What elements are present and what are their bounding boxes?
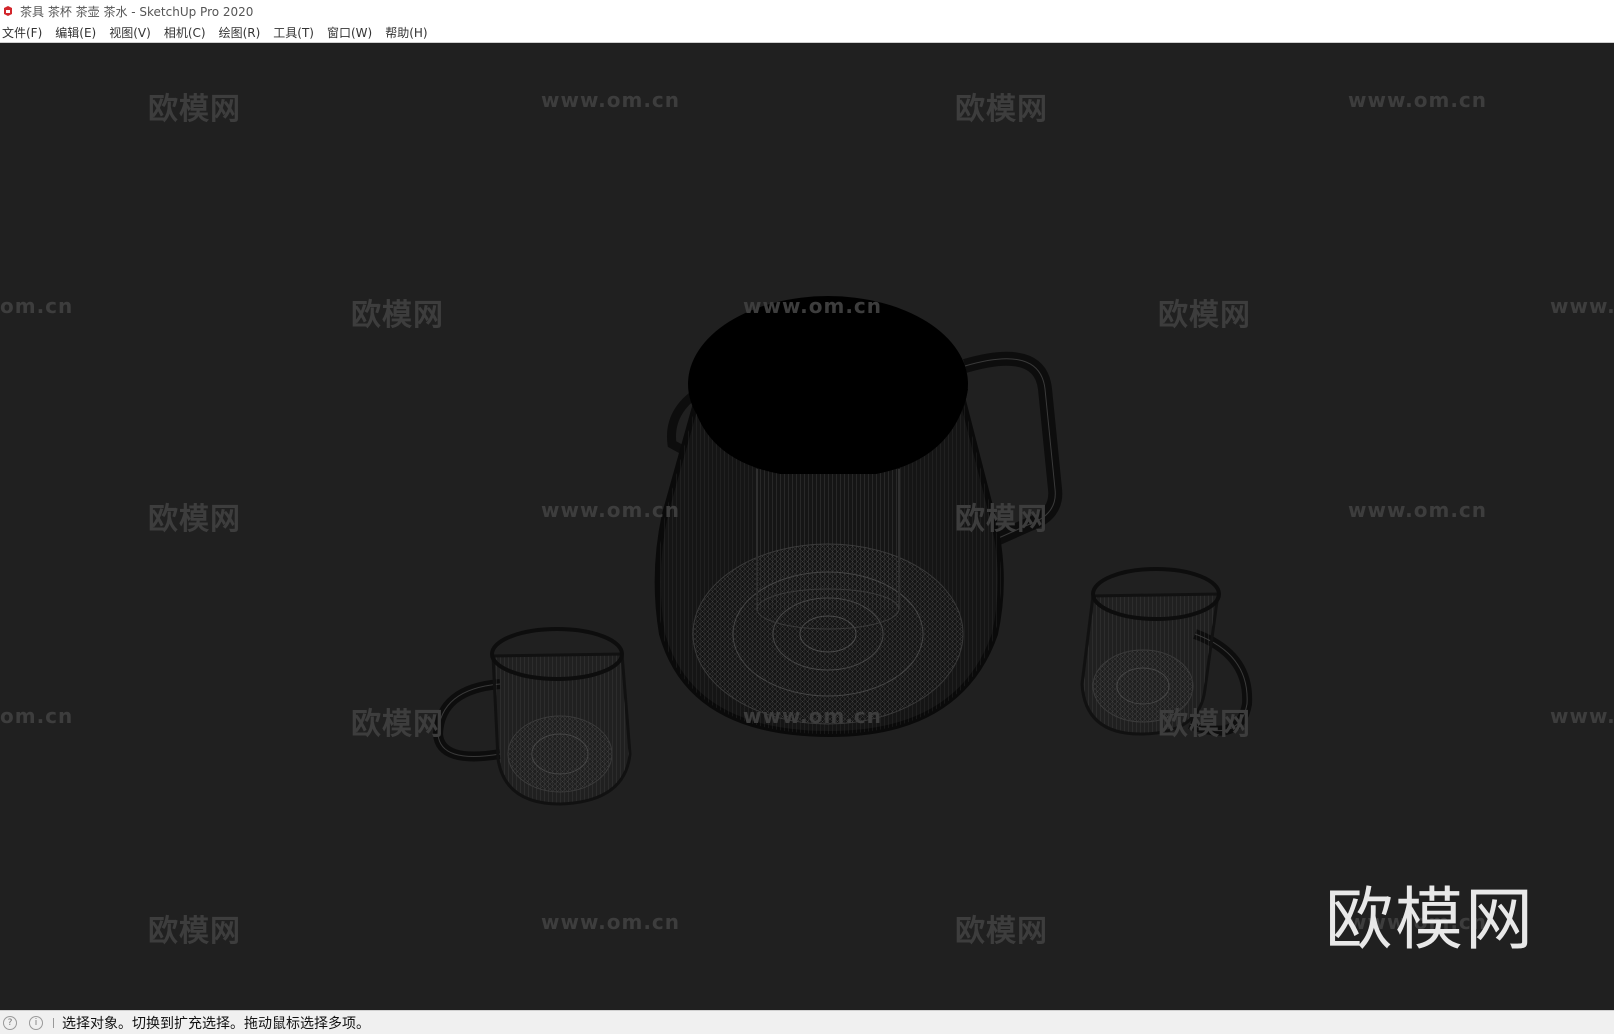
watermark-cn: 欧模网 bbox=[351, 298, 444, 333]
menu-bar: 文件(F) 编辑(E) 视图(V) 相机(C) 绘图(R) 工具(T) 窗口(W… bbox=[0, 22, 1614, 43]
menu-draw[interactable]: 绘图(R) bbox=[217, 24, 268, 41]
watermark-url: www.om.cn bbox=[541, 910, 681, 934]
status-separator bbox=[53, 1017, 54, 1028]
watermark-logo: 欧模网 bbox=[1325, 881, 1536, 960]
menu-window[interactable]: 窗口(W) bbox=[325, 24, 379, 41]
watermark-cn: 欧模网 bbox=[1158, 298, 1251, 333]
menu-file[interactable]: 文件(F) bbox=[0, 24, 49, 41]
watermark-cn: 欧模网 bbox=[148, 502, 241, 537]
watermark-cn: 欧模网 bbox=[955, 914, 1048, 949]
watermark-cn: 欧模网 bbox=[351, 707, 444, 742]
menu-view[interactable]: 视图(V) bbox=[107, 24, 158, 41]
title-bar: 茶具 茶杯 茶壶 茶水 - SketchUp Pro 2020 bbox=[0, 0, 1614, 22]
model-viewport[interactable]: 欧模网 www.om.cn 欧模网 www.om.cn om.cn 欧模网 ww… bbox=[0, 44, 1614, 1010]
watermark-cn: 欧模网 bbox=[1158, 707, 1251, 742]
sketchup-icon[interactable] bbox=[2, 4, 16, 18]
watermark-cn: 欧模网 bbox=[955, 502, 1048, 537]
status-message: 选择对象。切换到扩充选择。拖动鼠标选择多项。 bbox=[62, 1015, 370, 1032]
watermark-cn: 欧模网 bbox=[148, 92, 241, 127]
question-icon[interactable]: ? bbox=[3, 1015, 17, 1030]
menu-tools[interactable]: 工具(T) bbox=[271, 24, 321, 41]
watermark-cn: 欧模网 bbox=[955, 92, 1048, 127]
watermark-url: www.om.cn bbox=[1348, 498, 1488, 522]
watermark-url: www.om.cn bbox=[541, 88, 681, 112]
menu-camera[interactable]: 相机(C) bbox=[162, 24, 213, 41]
watermark-url-partial: www. bbox=[1550, 704, 1614, 728]
watermark-url: www.om.cn bbox=[1348, 88, 1488, 112]
watermark-cn: 欧模网 bbox=[148, 914, 241, 949]
status-bar: ? i 选择对象。切换到扩充选择。拖动鼠标选择多项。 bbox=[0, 1010, 1614, 1034]
watermark-url-partial: om.cn bbox=[0, 704, 74, 728]
watermark-url-partial: om.cn bbox=[0, 294, 74, 318]
menu-help[interactable]: 帮助(H) bbox=[383, 24, 434, 41]
watermark-url: www.om.cn bbox=[743, 704, 883, 728]
window-title: 茶具 茶杯 茶壶 茶水 - SketchUp Pro 2020 bbox=[20, 4, 254, 19]
watermark-url: www.om.cn bbox=[743, 294, 883, 318]
menu-edit[interactable]: 编辑(E) bbox=[53, 24, 103, 41]
watermark-url-partial: www. bbox=[1550, 294, 1614, 318]
info-icon[interactable]: i bbox=[29, 1015, 43, 1030]
watermark-url: www.om.cn bbox=[541, 498, 681, 522]
